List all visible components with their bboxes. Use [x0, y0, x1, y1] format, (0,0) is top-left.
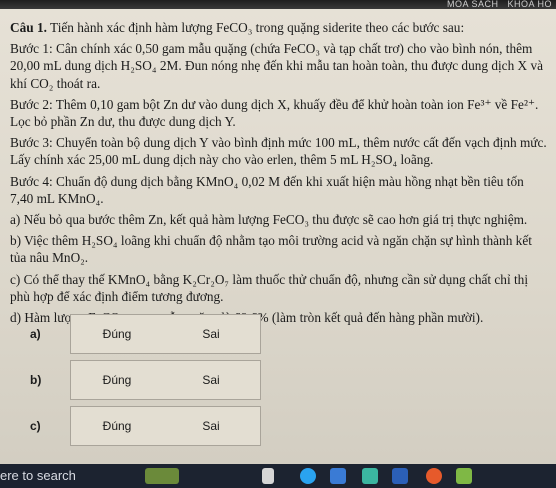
taskbar-search[interactable]: ere to search: [0, 468, 76, 483]
answer-false-cell[interactable]: Sai: [162, 360, 261, 400]
answer-label: c): [30, 419, 41, 433]
app-icon[interactable]: [456, 468, 472, 484]
taskbar: ere to search: [0, 464, 556, 488]
top-bar-item-1: MOA SACH: [446, 0, 499, 9]
question-title: Câu 1.: [10, 20, 47, 35]
statement-b: b) Việc thêm H₂SO₄ loãng khi chuẩn độ nh…: [10, 233, 532, 266]
top-bar-text: MOA SACH KHOA HO: [441, 0, 552, 9]
weather-icon[interactable]: [145, 468, 179, 484]
answer-label: a): [30, 327, 41, 341]
step-3: Bước 3: Chuyển toàn bộ dung dịch Y vào b…: [10, 135, 547, 168]
question-intro: Câu 1. Tiến hành xác định hàm lượng FeCO…: [10, 19, 550, 36]
step-2: Bước 2: Thêm 0,10 gam bột Zn dư vào dung…: [10, 96, 539, 130]
answer-false-cell[interactable]: Sai: [162, 406, 261, 446]
statement-c: c) Có thể thay thế KMnO₄ bằng K₂Cr₂O₇ là…: [10, 271, 529, 304]
answer-true-cell[interactable]: Đúng: [70, 406, 164, 446]
app-icon[interactable]: [392, 468, 408, 484]
answer-true-cell[interactable]: Đúng: [70, 314, 164, 354]
document-page: Câu 1. Tiến hành xác định hàm lượng FeCO…: [0, 9, 556, 464]
app-icon[interactable]: [330, 468, 346, 484]
answer-label: b): [30, 373, 42, 387]
step-4: Bước 4: Chuẩn độ dung dịch bằng KMnO₄ 0,…: [10, 173, 524, 206]
question-intro-text: Tiến hành xác định hàm lượng FeCO₃ trong…: [50, 20, 465, 35]
statement-a: a) Nếu bỏ qua bước thêm Zn, kết quả hàm …: [10, 212, 528, 228]
top-bar: MOA SACH KHOA HO: [0, 0, 556, 9]
top-bar-item-2: KHOA HO: [507, 0, 552, 9]
step-1: Bước 1: Cân chính xác 0,50 gam mẫu quặng…: [10, 41, 544, 91]
answer-false-cell[interactable]: Sai: [162, 314, 261, 354]
app-icon[interactable]: [362, 468, 378, 484]
question-content: Câu 1. Tiến hành xác định hàm lượng FeCO…: [10, 19, 550, 330]
answer-true-cell[interactable]: Đúng: [70, 360, 164, 400]
task-view-icon[interactable]: [262, 468, 274, 484]
browser-icon[interactable]: [300, 468, 316, 484]
app-icon[interactable]: [426, 468, 442, 484]
